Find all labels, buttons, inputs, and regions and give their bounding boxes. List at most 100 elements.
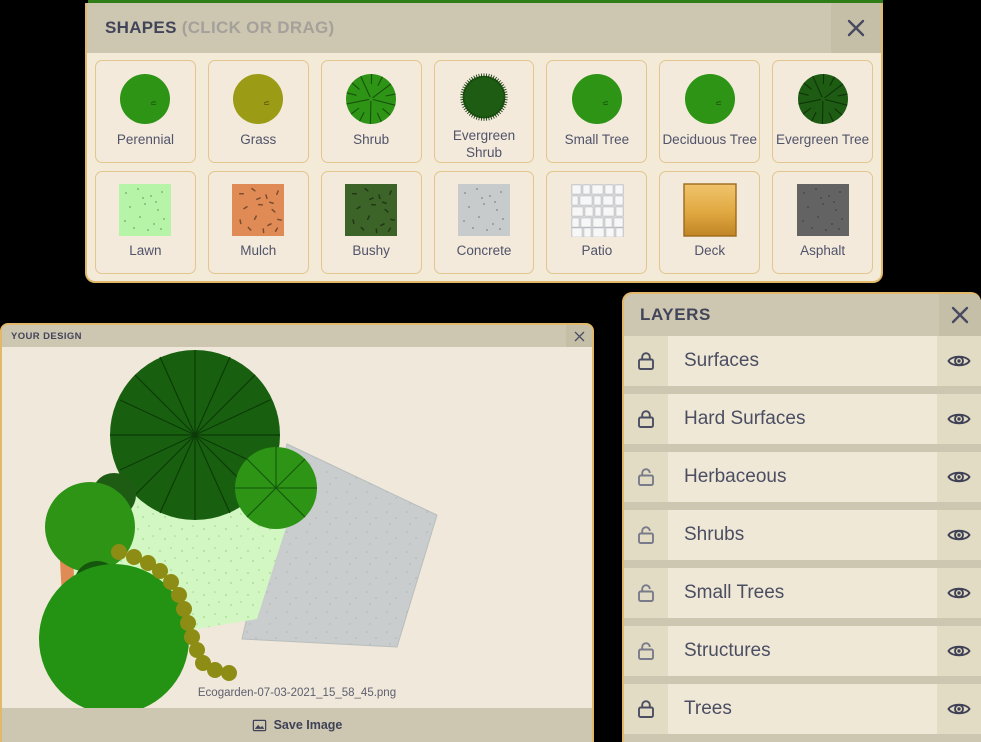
swatch-speckle-icon — [118, 183, 172, 237]
layer-visibility-toggle[interactable] — [937, 510, 981, 560]
shape-item-label: Evergreen Tree — [776, 132, 869, 149]
layer-lock-toggle[interactable] — [624, 336, 668, 386]
shapes-title-text: SHAPES — [105, 18, 177, 37]
eye-icon — [946, 348, 972, 374]
circle-spoke-icon — [344, 72, 398, 126]
circle-spoke-icon — [796, 72, 850, 126]
swatch-speckle-icon — [231, 183, 285, 237]
circle-plain-icon — [570, 72, 624, 126]
shape-item-label: Deck — [694, 243, 725, 260]
layer-row[interactable]: Hard Surfaces — [624, 394, 981, 444]
shape-item-mulch[interactable]: Mulch — [208, 171, 309, 274]
eye-icon — [946, 696, 972, 722]
layer-visibility-toggle[interactable] — [937, 452, 981, 502]
layer-visibility-toggle[interactable] — [937, 684, 981, 734]
shapes-close-button[interactable] — [831, 3, 881, 53]
swatch-gradient-icon — [683, 183, 737, 237]
layer-row[interactable]: Shrubs — [624, 510, 981, 560]
eye-icon — [946, 522, 972, 548]
layer-name-label: Herbaceous — [668, 466, 937, 488]
lock-open-icon — [634, 639, 658, 663]
layer-name-label: Structures — [668, 640, 937, 662]
shape-item-small-tree[interactable]: Small Tree — [546, 60, 647, 163]
shape-item-label: Patio — [581, 243, 612, 260]
layer-lock-toggle[interactable] — [624, 510, 668, 560]
layers-panel: LAYERS Surfaces Hard Surfaces Herbaceous Sh… — [622, 292, 981, 742]
layer-row[interactable]: Structures — [624, 626, 981, 676]
layer-visibility-toggle[interactable] — [937, 394, 981, 444]
shape-item-evergreen-tree[interactable]: Evergreen Tree — [772, 60, 873, 163]
layer-row[interactable]: Small Trees — [624, 568, 981, 618]
swatch-speckle-icon — [796, 183, 850, 237]
shape-item-shrub[interactable]: Shrub — [321, 60, 422, 163]
layer-row[interactable]: Trees — [624, 684, 981, 734]
shape-item-perennial[interactable]: Perennial — [95, 60, 196, 163]
save-image-label: Save Image — [274, 718, 343, 732]
layer-lock-toggle[interactable] — [624, 626, 668, 676]
shape-item-grass[interactable]: Grass — [208, 60, 309, 163]
circle-plain-icon — [118, 72, 172, 126]
shape-item-label: Bushy — [352, 243, 390, 260]
design-panel-title: YOUR DESIGN — [11, 331, 82, 342]
app-root: SHAPES (CLICK OR DRAG) Perennial Grass Shr… — [0, 0, 981, 742]
lock-open-icon — [634, 523, 658, 547]
lock-open-icon — [634, 581, 658, 605]
layers-close-button[interactable] — [939, 294, 981, 336]
shape-item-evergreen-shrub[interactable]: Evergreen Shrub — [434, 60, 535, 163]
shapes-title-subtext: (CLICK OR DRAG) — [182, 18, 335, 37]
shape-item-patio[interactable]: Patio — [546, 171, 647, 274]
lock-closed-icon — [634, 349, 658, 373]
shapes-row: Perennial Grass Shrub Evergreen Shrub Small … — [95, 60, 873, 163]
eye-icon — [946, 464, 972, 490]
shape-item-label: Shrub — [353, 132, 389, 149]
close-icon — [949, 304, 971, 326]
save-image-button[interactable]: Save Image — [2, 708, 592, 742]
design-canvas[interactable]: Ecogarden-07-03-2021_15_58_45.png — [2, 347, 592, 708]
shapes-row: Lawn Mulch Bushy Concrete Patio Deck Asphalt — [95, 171, 873, 274]
layer-visibility-toggle[interactable] — [937, 336, 981, 386]
shape-item-label: Mulch — [240, 243, 276, 260]
shape-item-asphalt[interactable]: Asphalt — [772, 171, 873, 274]
shapes-panel: SHAPES (CLICK OR DRAG) Perennial Grass Shr… — [85, 3, 883, 283]
tree-medium-right — [235, 447, 317, 529]
layer-lock-toggle[interactable] — [624, 452, 668, 502]
close-icon — [845, 17, 867, 39]
design-panel: YOUR DESIGN — [0, 323, 594, 742]
layers-panel-header: LAYERS — [624, 294, 981, 336]
shape-item-label: Evergreen Shrub — [435, 128, 534, 162]
layer-lock-toggle[interactable] — [624, 568, 668, 618]
shape-item-label: Small Tree — [565, 132, 630, 149]
shapes-panel-title: SHAPES (CLICK OR DRAG) — [105, 18, 335, 38]
layer-visibility-toggle[interactable] — [937, 568, 981, 618]
shape-item-deck[interactable]: Deck — [659, 171, 760, 274]
circle-plain-icon — [683, 72, 737, 126]
shape-item-bushy[interactable]: Bushy — [321, 171, 422, 274]
eye-icon — [946, 638, 972, 664]
layer-visibility-toggle[interactable] — [937, 626, 981, 676]
shapes-grid: Perennial Grass Shrub Evergreen Shrub Small … — [87, 53, 881, 283]
garden-plan-drawing — [2, 347, 592, 708]
layer-name-label: Hard Surfaces — [668, 408, 937, 430]
shape-item-label: Asphalt — [800, 243, 845, 260]
layer-name-label: Trees — [668, 698, 937, 720]
shape-item-label: Grass — [240, 132, 276, 149]
layer-lock-toggle[interactable] — [624, 394, 668, 444]
design-close-button[interactable] — [566, 325, 592, 347]
layer-row[interactable]: Herbaceous — [624, 452, 981, 502]
shape-item-deciduous-tree[interactable]: Deciduous Tree — [659, 60, 760, 163]
shape-item-label: Perennial — [117, 132, 174, 149]
layer-row[interactable]: Surfaces — [624, 336, 981, 386]
layer-list: Surfaces Hard Surfaces Herbaceous Shrubs Sma… — [624, 336, 981, 742]
swatch-speckle-icon — [457, 183, 511, 237]
swatch-speckle-icon — [344, 183, 398, 237]
design-panel-header: YOUR DESIGN — [2, 325, 592, 347]
layer-lock-toggle[interactable] — [624, 684, 668, 734]
shape-item-lawn[interactable]: Lawn — [95, 171, 196, 274]
shape-item-label: Deciduous Tree — [662, 132, 757, 149]
shape-item-concrete[interactable]: Concrete — [434, 171, 535, 274]
circle-fringe-icon — [457, 72, 511, 122]
swatch-pavers-icon — [570, 183, 624, 237]
lock-closed-icon — [634, 697, 658, 721]
lock-closed-icon — [634, 407, 658, 431]
eye-icon — [946, 580, 972, 606]
